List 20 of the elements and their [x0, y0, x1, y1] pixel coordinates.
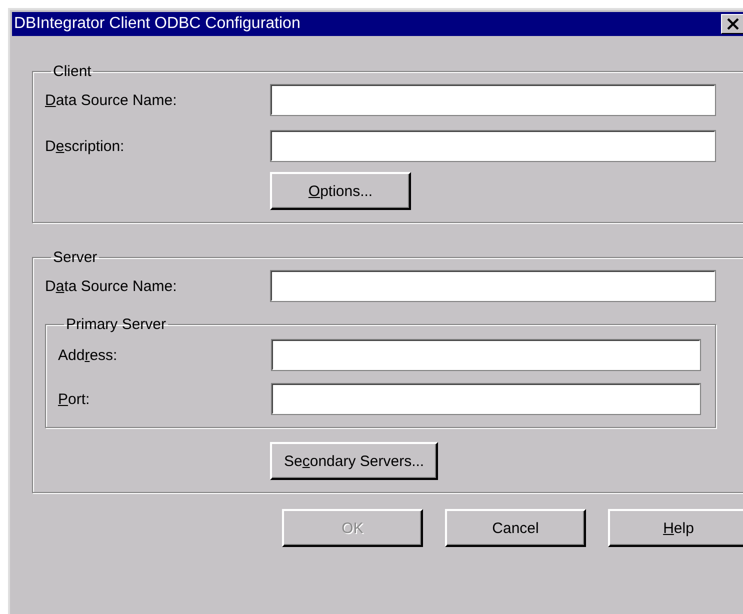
dialog-button[interactable]: Help: [608, 509, 743, 547]
field-label: Data Source Name:: [45, 278, 178, 294]
input-field[interactable]: [271, 339, 701, 371]
secondary-servers-button[interactable]: Secondary Servers...: [270, 442, 438, 480]
input-field[interactable]: [270, 130, 716, 162]
input-field[interactable]: [271, 383, 701, 415]
group-label: Primary Server: [65, 316, 168, 333]
field-label: Description:: [45, 138, 126, 154]
field-label: Port:: [58, 390, 91, 408]
group-label: Server: [52, 249, 98, 266]
field-label: Data Source Name:: [45, 92, 178, 108]
input-field[interactable]: [270, 84, 716, 116]
window-title: DBIntegrator Client ODBC Configuration: [14, 15, 300, 33]
close-icon: [726, 18, 740, 30]
group-label: Client: [52, 63, 92, 80]
dialog-button[interactable]: Cancel: [445, 509, 586, 547]
input-field[interactable]: [270, 270, 716, 302]
close-button[interactable]: [721, 14, 743, 34]
options-button[interactable]: Options...: [270, 172, 411, 210]
field-label: Address:: [58, 346, 118, 364]
